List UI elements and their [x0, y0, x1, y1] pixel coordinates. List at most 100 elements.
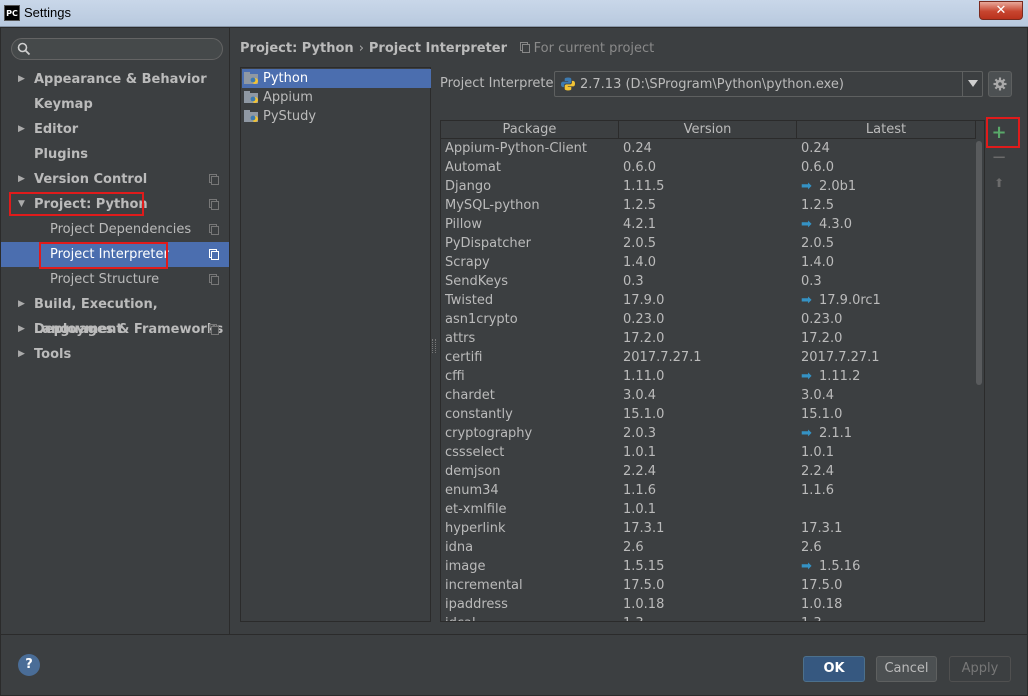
table-row[interactable]: hyperlink 17.3.1 17.3.1: [441, 519, 976, 538]
table-row[interactable]: incremental 17.5.0 17.5.0: [441, 576, 976, 595]
ok-button[interactable]: OK: [803, 656, 865, 682]
highlight-box: [9, 192, 144, 216]
table-row[interactable]: et-xmlfile 1.0.1: [441, 500, 976, 519]
package-version-cell: 2.6: [623, 540, 644, 555]
interpreter-settings-button[interactable]: [988, 71, 1012, 97]
sidebar-item-tools[interactable]: ▶ Tools: [1, 342, 229, 367]
table-row[interactable]: attrs 17.2.0 17.2.0: [441, 329, 976, 348]
vertical-scrollbar[interactable]: [974, 139, 984, 621]
package-name-cell: Django: [445, 179, 492, 194]
sidebar-item-project-structure[interactable]: Project Structure: [1, 267, 229, 292]
table-row[interactable]: MySQL-python 1.2.5 1.2.5: [441, 196, 976, 215]
dropdown-button[interactable]: [962, 72, 982, 96]
title-bar: PC Settings ✕: [0, 0, 1028, 27]
package-name-cell: SendKeys: [445, 274, 509, 289]
package-latest-cell: 0.23.0: [801, 310, 842, 329]
package-name-cell: constantly: [445, 407, 513, 422]
sidebar-item-build-execution-deployment[interactable]: ▶ Build, Execution, Deployment: [1, 292, 229, 337]
breadcrumb-parent[interactable]: Project: Python: [240, 41, 354, 56]
table-row[interactable]: cryptography 2.0.3 ➡ 2.1.1: [441, 424, 976, 443]
project-item-python[interactable]: Python: [242, 69, 431, 88]
sidebar-item-version-control[interactable]: ▶ Version Control: [1, 167, 229, 192]
sidebar-item-project-dependencies[interactable]: Project Dependencies: [1, 217, 229, 242]
add-package-button[interactable]: +: [988, 122, 1010, 144]
sidebar-item-label: Editor: [34, 122, 79, 137]
upgrade-package-button[interactable]: ⬆: [988, 172, 1010, 194]
latest-version-text: 15.1.0: [801, 407, 843, 422]
apply-button[interactable]: Apply: [949, 656, 1011, 682]
table-row[interactable]: Pillow 4.2.1 ➡ 4.3.0: [441, 215, 976, 234]
table-row[interactable]: idna 2.6 2.6: [441, 538, 976, 557]
upgrade-available-icon: ➡: [801, 559, 812, 574]
table-row[interactable]: jdcal 1.3 1.3: [441, 614, 976, 621]
project-scope-icon: [209, 199, 219, 210]
project-item-pystudy[interactable]: PyStudy: [242, 107, 431, 126]
table-row[interactable]: Django 1.11.5 ➡ 2.0b1: [441, 177, 976, 196]
search-icon: [17, 42, 31, 56]
latest-version-text: 1.2.5: [801, 198, 835, 213]
cancel-button[interactable]: Cancel: [876, 656, 937, 682]
table-row[interactable]: Twisted 17.9.0 ➡ 17.9.0rc1: [441, 291, 976, 310]
package-version-cell: 2.2.4: [623, 464, 657, 479]
table-row[interactable]: chardet 3.0.4 3.0.4: [441, 386, 976, 405]
package-latest-cell: ➡ 2.0b1: [801, 177, 856, 196]
python-folder-icon: [244, 72, 258, 84]
package-version-cell: 0.24: [623, 141, 652, 156]
close-button[interactable]: ✕: [979, 1, 1023, 20]
column-header-latest[interactable]: Latest: [797, 121, 976, 139]
breadcrumb-separator: ›: [358, 41, 364, 56]
latest-version-text: 2.1.1: [819, 426, 853, 441]
table-header: Package Version Latest: [441, 121, 976, 139]
table-row[interactable]: constantly 15.1.0 15.1.0: [441, 405, 976, 424]
table-row[interactable]: certifi 2017.7.27.1 2017.7.27.1: [441, 348, 976, 367]
latest-version-text: 17.9.0rc1: [819, 293, 881, 308]
table-row[interactable]: Appium-Python-Client 0.24 0.24: [441, 139, 976, 158]
expand-arrow-icon: ▶: [18, 124, 25, 134]
table-row[interactable]: Automat 0.6.0 0.6.0: [441, 158, 976, 177]
sidebar-item-plugins[interactable]: Plugins: [1, 142, 229, 167]
table-row[interactable]: SendKeys 0.3 0.3: [441, 272, 976, 291]
table-row[interactable]: Scrapy 1.4.0 1.4.0: [441, 253, 976, 272]
table-row[interactable]: ipaddress 1.0.18 1.0.18: [441, 595, 976, 614]
scope-label: For current project: [533, 41, 655, 56]
remove-package-button[interactable]: −: [988, 147, 1010, 169]
package-latest-cell: 3.0.4: [801, 386, 834, 405]
package-version-cell: 1.0.18: [623, 597, 665, 612]
table-row[interactable]: cssselect 1.0.1 1.0.1: [441, 443, 976, 462]
expand-arrow-icon: ▶: [18, 174, 25, 184]
package-name-cell: Automat: [445, 160, 501, 175]
package-version-cell: 1.3: [623, 614, 644, 621]
project-item-appium[interactable]: Appium: [242, 88, 431, 107]
sidebar-item-keymap[interactable]: Keymap: [1, 92, 229, 117]
table-row[interactable]: demjson 2.2.4 2.2.4: [441, 462, 976, 481]
package-name-cell: cssselect: [445, 445, 505, 460]
table-row[interactable]: asn1crypto 0.23.0 0.23.0: [441, 310, 976, 329]
python-icon: [561, 77, 575, 91]
project-scope-icon: [209, 224, 219, 235]
pane-splitter[interactable]: [432, 339, 436, 353]
table-row[interactable]: enum34 1.1.6 1.1.6: [441, 481, 976, 500]
package-latest-cell: 1.3: [801, 614, 822, 621]
chevron-down-icon: [968, 80, 978, 87]
sidebar-item-editor[interactable]: ▶ Editor: [1, 117, 229, 142]
column-header-package[interactable]: Package: [441, 121, 619, 139]
package-name-cell: hyperlink: [445, 521, 506, 536]
table-row[interactable]: image 1.5.15 ➡ 1.5.16: [441, 557, 976, 576]
latest-version-text: 1.5.16: [819, 559, 861, 574]
package-version-cell: 17.9.0: [623, 293, 665, 308]
help-button[interactable]: ?: [18, 654, 40, 676]
latest-version-text: 17.3.1: [801, 521, 843, 536]
scrollbar-thumb[interactable]: [976, 141, 982, 385]
interpreter-value: 2.7.13 (D:\SProgram\Python\python.exe): [580, 77, 844, 92]
table-row[interactable]: PyDispatcher 2.0.5 2.0.5: [441, 234, 976, 253]
search-input[interactable]: [11, 38, 223, 60]
sidebar-item-languages-frameworks[interactable]: ▶ Languages & Frameworks: [1, 317, 229, 342]
interpreter-select[interactable]: 2.7.13 (D:\SProgram\Python\python.exe): [554, 71, 983, 97]
package-latest-cell: 1.0.1: [801, 443, 834, 462]
package-latest-cell: ➡ 2.1.1: [801, 424, 852, 443]
latest-version-text: 1.0.18: [801, 597, 843, 612]
table-row[interactable]: cffi 1.11.0 ➡ 1.11.2: [441, 367, 976, 386]
column-header-version[interactable]: Version: [619, 121, 797, 139]
latest-version-text: 2.0b1: [819, 179, 857, 194]
sidebar-item-appearance-behavior[interactable]: ▶ Appearance & Behavior: [1, 67, 229, 92]
